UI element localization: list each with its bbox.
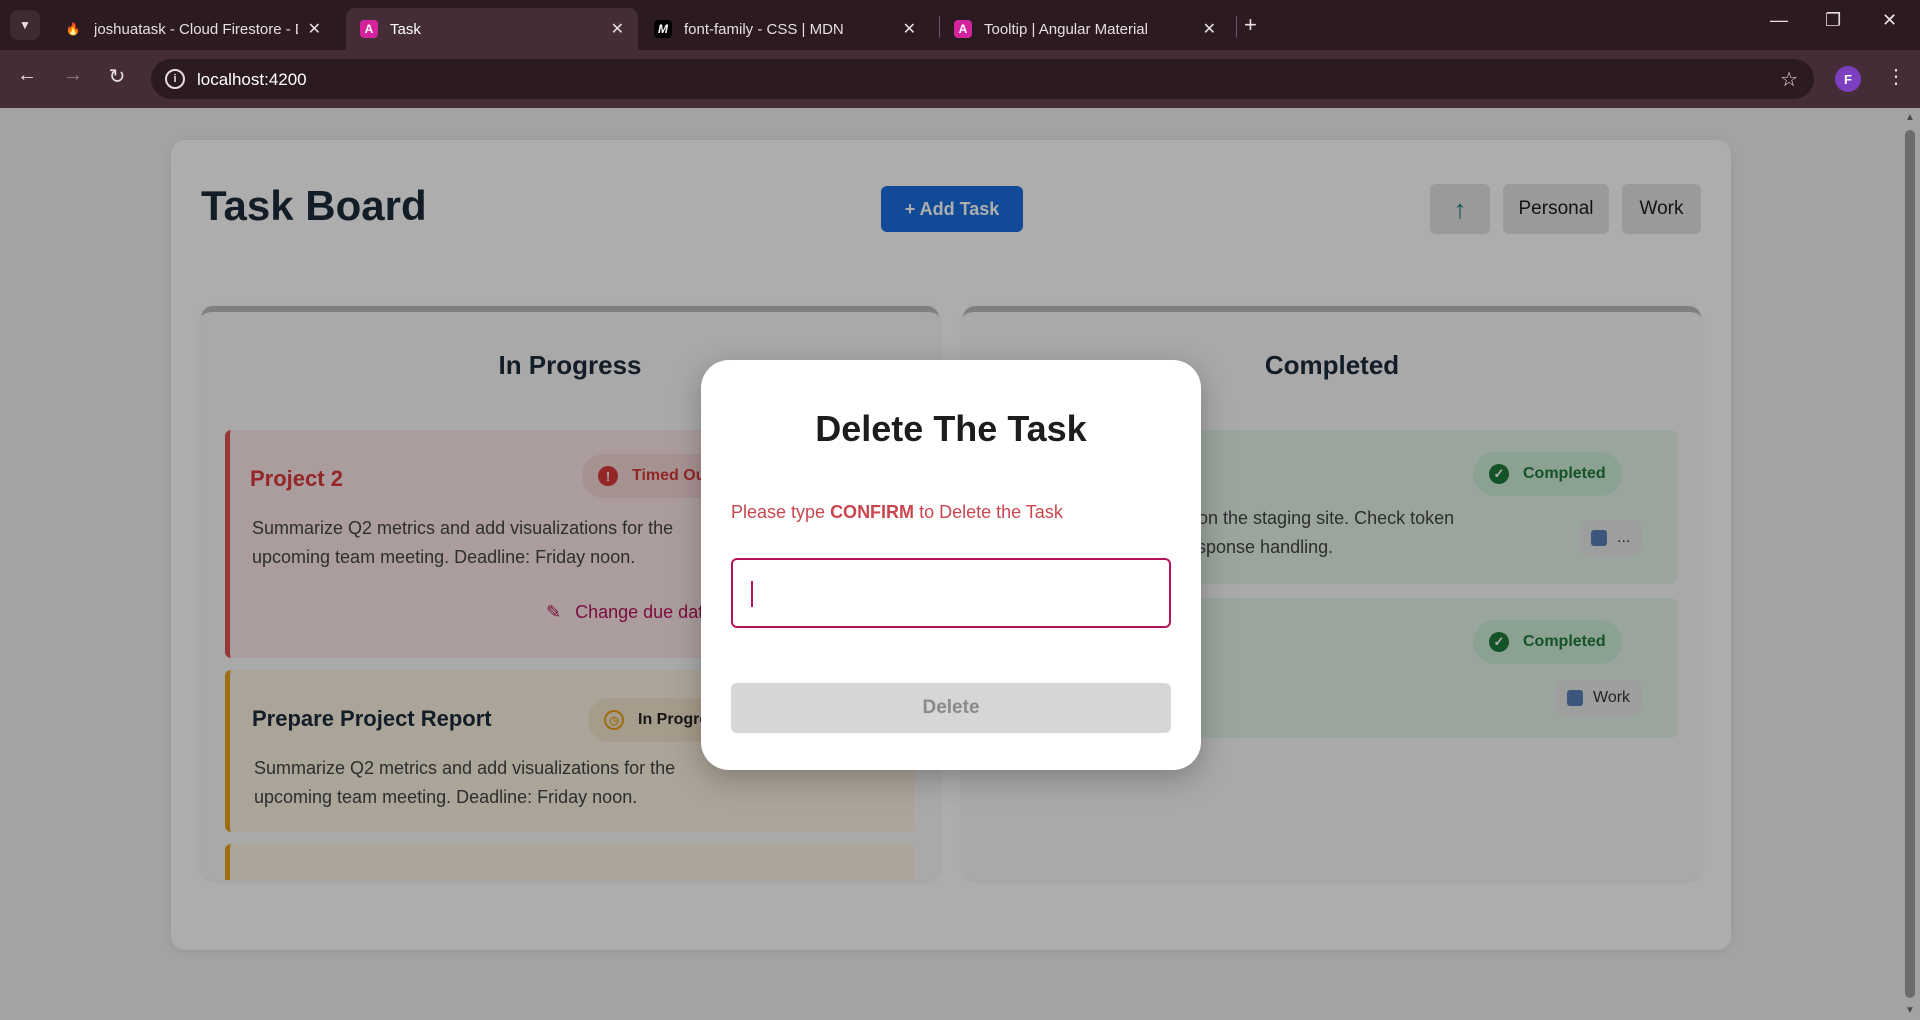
delete-button[interactable]: Delete: [731, 683, 1171, 733]
profile-avatar[interactable]: F: [1835, 66, 1861, 92]
close-tab-icon[interactable]: ✕: [308, 19, 321, 39]
tab-firestore[interactable]: 🔥 joshuatask - Cloud Firestore - D ✕: [50, 8, 335, 50]
arrow-left-icon: ←: [17, 64, 37, 86]
dialog-prompt: Please type CONFIRM to Delete the Task: [731, 502, 1063, 522]
angular-icon: A: [954, 20, 972, 38]
close-tab-icon[interactable]: ✕: [1203, 19, 1216, 39]
close-icon: ✕: [1882, 10, 1898, 30]
firebase-icon: 🔥: [65, 22, 81, 36]
close-tab-icon[interactable]: ✕: [903, 19, 916, 39]
reload-icon: ↻: [108, 66, 126, 88]
tab-task[interactable]: A Task ✕: [346, 8, 638, 50]
site-info-icon[interactable]: i: [165, 69, 185, 89]
mdn-icon: M: [654, 20, 672, 38]
close-tab-icon[interactable]: ✕: [611, 19, 624, 39]
plus-icon: +: [1244, 12, 1257, 37]
dialog-title: Delete The Task: [815, 408, 1087, 449]
angular-icon: A: [360, 20, 378, 38]
close-window-button[interactable]: ✕: [1882, 10, 1897, 31]
forward-button[interactable]: →: [58, 64, 88, 87]
browser-toolbar: ← → ↻ i localhost:4200 ☆ F ⋮: [0, 50, 1920, 108]
delete-task-dialog: Delete The Task Please type CONFIRM to D…: [701, 360, 1201, 770]
bookmark-star-icon[interactable]: ☆: [1780, 67, 1798, 92]
text-caret: [751, 581, 753, 607]
tab-search-button[interactable]: ▼: [10, 10, 40, 40]
confirm-keyword: CONFIRM: [830, 502, 915, 522]
minimize-button[interactable]: —: [1770, 10, 1788, 31]
back-button[interactable]: ←: [12, 64, 42, 87]
tab-separator: [1236, 16, 1237, 38]
tab-angular-material[interactable]: A Tooltip | Angular Material ✕: [940, 8, 1230, 50]
url-text[interactable]: localhost:4200: [197, 70, 307, 90]
arrow-right-icon: →: [63, 64, 83, 86]
address-bar[interactable]: i localhost:4200 ☆: [151, 59, 1814, 99]
new-tab-button[interactable]: +: [1244, 12, 1257, 38]
browser-menu-icon[interactable]: ⋮: [1886, 64, 1906, 89]
tab-mdn[interactable]: M font-family - CSS | MDN ✕: [640, 8, 930, 50]
confirm-input[interactable]: [731, 558, 1171, 628]
minimize-icon: —: [1770, 10, 1788, 30]
restore-button[interactable]: ❐: [1825, 10, 1841, 31]
chevron-down-icon: ▼: [19, 18, 31, 32]
restore-icon: ❐: [1825, 10, 1842, 30]
reload-button[interactable]: ↻: [102, 64, 132, 89]
browser-tab-bar: ▼ 🔥 joshuatask - Cloud Firestore - D ✕ A…: [0, 0, 1920, 50]
